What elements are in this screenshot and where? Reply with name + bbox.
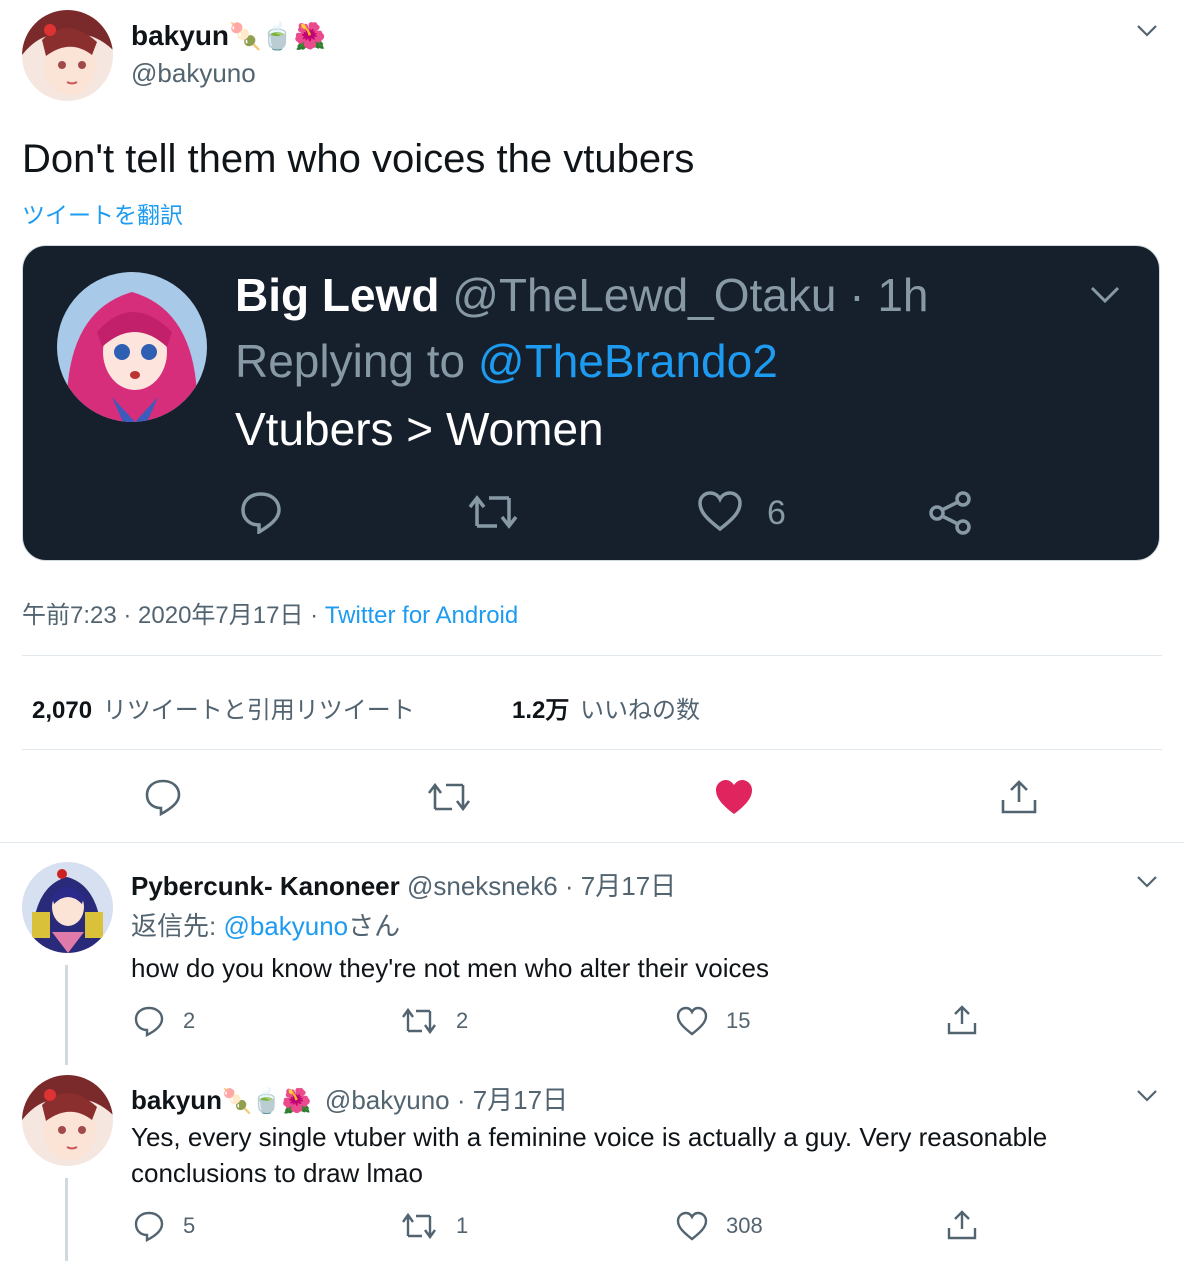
translate-link[interactable]: ツイートを翻訳 — [22, 196, 183, 230]
image-tweet-text: Vtubers > Women — [235, 403, 604, 455]
image-name: Big Lewd — [235, 269, 440, 321]
share-icon — [947, 1005, 977, 1035]
reply-icon — [241, 492, 281, 534]
reply-to-suffix: さん — [348, 911, 401, 941]
reply-retweet-button[interactable]: 2 — [400, 1006, 468, 1036]
reply-handle-date[interactable]: @sneksnek6 · 7月17日 — [407, 871, 676, 901]
retweet-icon — [402, 1212, 436, 1240]
chevron-down-icon[interactable] — [1134, 868, 1160, 894]
image-avatar — [57, 272, 207, 422]
retweet-stats[interactable]: 2,070 リツイートと引用リツイート — [32, 690, 415, 725]
image-replying-to: @TheBrando2 — [477, 335, 778, 387]
retweet-label: リツイートと引用リツイート — [102, 697, 415, 724]
chevron-down-icon — [1137, 25, 1157, 37]
reply-share-button[interactable] — [946, 1209, 978, 1246]
tweet-text: Don't tell them who voices the vtubers — [22, 137, 695, 181]
like-icon — [698, 491, 742, 532]
retweet-button[interactable] — [426, 780, 472, 819]
reply-text-line1: Yes, every single vtuber with a feminine… — [131, 1122, 1048, 1152]
reply-avatar[interactable] — [22, 1075, 113, 1166]
share-icon — [1001, 780, 1037, 814]
like-icon — [676, 1006, 708, 1036]
image-like-count: 6 — [767, 494, 786, 532]
reply-reply-button[interactable]: 5 — [133, 1210, 195, 1242]
handle[interactable]: @bakyuno — [131, 58, 256, 89]
display-name[interactable]: bakyun🍡🍵🌺 — [131, 20, 326, 52]
image-handle-time: @TheLewd_Otaku · 1h — [452, 269, 929, 321]
like-stats[interactable]: 1.2万 いいねの数 — [512, 690, 700, 725]
chevron-down-icon — [1090, 286, 1120, 304]
reply-avatar[interactable] — [22, 862, 113, 953]
attached-image[interactable]: Big Lewd @TheLewd_Otaku · 1h Replying to… — [22, 245, 1160, 561]
reply-share-button[interactable] — [946, 1004, 978, 1041]
reply-to-prefix: 返信先: — [131, 911, 224, 941]
retweet-icon — [402, 1007, 436, 1035]
reply-handle-date[interactable]: @bakyuno · 7月17日 — [325, 1085, 568, 1115]
reply-text: how do you know they're not men who alte… — [131, 953, 769, 983]
reply-display-name[interactable]: bakyun — [131, 1085, 222, 1115]
reply-retweet-button[interactable]: 1 — [400, 1211, 468, 1241]
more-options-button[interactable] — [1134, 17, 1160, 48]
reply-text-line2: conclusions to draw lmao — [131, 1158, 423, 1188]
share-icon — [947, 1210, 977, 1240]
tweet-timestamp[interactable]: 午前7:23 · 2020年7月17日 — [22, 602, 303, 629]
reply-icon — [134, 1006, 164, 1037]
like-label: いいねの数 — [580, 697, 701, 724]
reply-reply-button[interactable]: 2 — [133, 1005, 195, 1037]
avatar[interactable] — [22, 10, 113, 101]
reply-display-name[interactable]: Pybercunk- Kanoneer — [131, 871, 400, 901]
retweet-count: 2,070 — [32, 697, 93, 724]
chevron-down-icon[interactable] — [1134, 1082, 1160, 1108]
retweet-icon — [468, 495, 518, 529]
tweet-source[interactable]: Twitter for Android — [325, 602, 518, 629]
like-count: 1.2万 — [512, 697, 570, 724]
reply-like-button[interactable]: 15 — [676, 1006, 750, 1036]
like-button[interactable] — [714, 778, 754, 821]
share-icon — [929, 491, 971, 535]
share-button[interactable] — [1000, 778, 1038, 821]
reply-button[interactable] — [144, 778, 182, 821]
reply-icon — [134, 1211, 164, 1242]
reply-icon — [145, 779, 181, 817]
retweet-icon — [427, 782, 471, 812]
like-icon — [676, 1211, 708, 1241]
name-emoji: 🍡🍵🌺 — [222, 1088, 312, 1115]
reply-to-mention[interactable]: @bakyuno — [223, 911, 348, 941]
name-emoji: 🍡🍵🌺 — [229, 21, 327, 51]
image-replying-prefix: Replying to — [235, 335, 478, 387]
heart-filled-icon — [716, 780, 752, 814]
reply-like-button[interactable]: 308 — [676, 1211, 763, 1241]
